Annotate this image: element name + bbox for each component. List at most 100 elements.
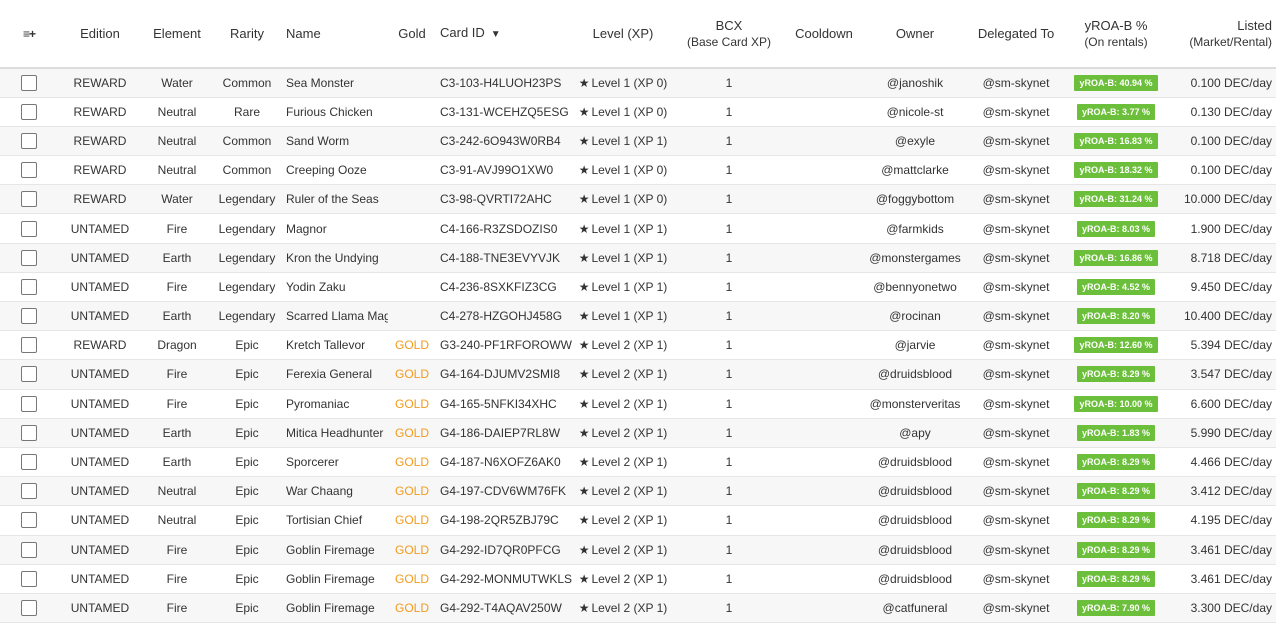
cell-delegated-to[interactable]: @sm-skynet (966, 302, 1066, 331)
cell-delegated-to[interactable]: @sm-skynet (966, 389, 1066, 418)
cell-card-id[interactable]: C4-278-HZGOHJ458G (436, 302, 572, 331)
row-checkbox[interactable] (21, 366, 37, 383)
cell-delegated-to[interactable]: @sm-skynet (966, 214, 1066, 243)
cell-delegated-to[interactable]: @sm-skynet (966, 360, 1066, 389)
cell-card-id[interactable]: G4-164-DJUMV2SMI8 (436, 360, 572, 389)
header-gold[interactable]: Gold (388, 0, 436, 69)
cell-delegated-to[interactable]: @sm-skynet (966, 156, 1066, 185)
table-row[interactable]: REWARD Neutral Common Creeping Ooze C3-9… (0, 155, 1276, 185)
row-checkbox[interactable] (21, 483, 37, 500)
row-select-cell[interactable] (0, 68, 58, 97)
header-card-id[interactable]: Card ID ▼ (436, 0, 572, 69)
row-select-cell[interactable] (0, 593, 58, 622)
row-checkbox[interactable] (21, 454, 37, 471)
cell-delegated-to[interactable]: @sm-skynet (966, 97, 1066, 126)
table-row[interactable]: REWARD Neutral Rare Furious Chicken C3-1… (0, 97, 1276, 127)
row-checkbox[interactable] (21, 132, 37, 149)
table-row[interactable]: UNTAMED Fire Legendary Magnor C4-166-R3Z… (0, 213, 1276, 244)
cell-card-id[interactable]: G4-292-ID7QR0PFCG (436, 535, 572, 564)
cell-owner[interactable]: @monsterveritas (864, 389, 966, 418)
cell-owner[interactable]: @foggybottom (864, 185, 966, 214)
cell-owner[interactable]: @rocinan (864, 302, 966, 331)
cell-delegated-to[interactable]: @sm-skynet (966, 593, 1066, 622)
cell-delegated-to[interactable]: @sm-skynet (966, 331, 1066, 360)
row-select-cell[interactable] (0, 331, 58, 360)
cell-owner[interactable]: @farmkids (864, 214, 966, 243)
row-checkbox[interactable] (21, 541, 37, 558)
row-checkbox[interactable] (21, 570, 37, 587)
cell-owner[interactable]: @druidsblood (864, 477, 966, 506)
header-bcx[interactable]: BCX (Base Card XP) (674, 0, 784, 69)
row-checkbox[interactable] (21, 249, 37, 266)
row-select-cell[interactable] (0, 97, 58, 126)
row-checkbox[interactable] (21, 74, 37, 91)
header-name[interactable]: Name (282, 0, 388, 69)
cell-card-id[interactable]: C4-188-TNE3EVYVJK (436, 243, 572, 272)
row-select-cell[interactable] (0, 418, 58, 447)
cell-delegated-to[interactable]: @sm-skynet (966, 418, 1066, 447)
cell-delegated-to[interactable]: @sm-skynet (966, 506, 1066, 535)
row-select-cell[interactable] (0, 272, 58, 301)
cell-card-id[interactable]: C4-166-R3ZSDOZIS0 (436, 214, 572, 243)
row-select-cell[interactable] (0, 447, 58, 476)
cell-card-id[interactable]: G4-198-2QR5ZBJ79C (436, 506, 572, 535)
row-select-cell[interactable] (0, 243, 58, 272)
cell-delegated-to[interactable]: @sm-skynet (966, 185, 1066, 214)
cell-delegated-to[interactable]: @sm-skynet (966, 243, 1066, 272)
row-checkbox[interactable] (21, 512, 37, 529)
cell-card-id[interactable]: C3-98-QVRTI72AHC (436, 185, 572, 214)
cell-card-id[interactable]: G3-240-PF1RFOROWW (436, 331, 572, 360)
cell-owner[interactable]: @druidsblood (864, 447, 966, 476)
cell-card-id[interactable]: G4-292-MONMUTWKLS (436, 564, 572, 593)
table-row[interactable]: REWARD Neutral Common Sand Worm C3-242-6… (0, 126, 1276, 156)
table-row[interactable]: UNTAMED Fire Epic Goblin Firemage GOLD G… (0, 564, 1276, 594)
cell-delegated-to[interactable]: @sm-skynet (966, 68, 1066, 97)
table-row[interactable]: REWARD Dragon Epic Kretch Tallevor GOLD … (0, 330, 1276, 360)
table-row[interactable]: UNTAMED Neutral Epic Tortisian Chief GOL… (0, 505, 1276, 535)
header-listed[interactable]: Listed (Market/Rental) (1166, 0, 1276, 69)
column-menu-button[interactable]: ≡+ (0, 0, 58, 69)
table-row[interactable]: UNTAMED Fire Legendary Yodin Zaku C4-236… (0, 272, 1276, 302)
cell-delegated-to[interactable]: @sm-skynet (966, 477, 1066, 506)
cell-owner[interactable]: @mattclarke (864, 156, 966, 185)
row-checkbox[interactable] (21, 103, 37, 120)
table-row[interactable]: UNTAMED Fire Epic Ferexia General GOLD G… (0, 359, 1276, 390)
cell-owner[interactable]: @druidsblood (864, 564, 966, 593)
cell-card-id[interactable]: G4-186-DAIEP7RL8W (436, 418, 572, 447)
row-checkbox[interactable] (21, 162, 37, 179)
cell-card-id[interactable]: G4-292-T4AQAV250W (436, 593, 572, 622)
row-select-cell[interactable] (0, 156, 58, 185)
row-checkbox[interactable] (21, 191, 37, 208)
cell-delegated-to[interactable]: @sm-skynet (966, 564, 1066, 593)
cell-owner[interactable]: @nicole-st (864, 97, 966, 126)
table-row[interactable]: UNTAMED Earth Legendary Kron the Undying… (0, 243, 1276, 273)
header-yroa[interactable]: yROA-B % (On rentals) (1066, 0, 1166, 69)
cell-owner[interactable]: @janoshik (864, 68, 966, 97)
cell-owner[interactable]: @apy (864, 418, 966, 447)
row-select-cell[interactable] (0, 564, 58, 593)
cell-owner[interactable]: @exyle (864, 126, 966, 155)
row-select-cell[interactable] (0, 214, 58, 243)
row-checkbox[interactable] (21, 424, 37, 441)
cell-card-id[interactable]: G4-197-CDV6WM76FK (436, 477, 572, 506)
table-row[interactable]: UNTAMED Fire Epic Pyromaniac GOLD G4-165… (0, 389, 1276, 419)
header-edition[interactable]: Edition (58, 0, 142, 69)
cell-delegated-to[interactable]: @sm-skynet (966, 272, 1066, 301)
cell-card-id[interactable]: C4-236-8SXKFIZ3CG (436, 272, 572, 301)
row-select-cell[interactable] (0, 126, 58, 155)
row-select-cell[interactable] (0, 506, 58, 535)
header-element[interactable]: Element (142, 0, 212, 69)
cell-delegated-to[interactable]: @sm-skynet (966, 447, 1066, 476)
table-row[interactable]: UNTAMED Neutral Epic War Chaang GOLD G4-… (0, 476, 1276, 506)
cell-card-id[interactable]: C3-91-AVJ99O1XW0 (436, 156, 572, 185)
cell-owner[interactable]: @druidsblood (864, 360, 966, 389)
cell-card-id[interactable]: G4-187-N6XOFZ6AK0 (436, 447, 572, 476)
row-checkbox[interactable] (21, 278, 37, 295)
cell-owner[interactable]: @druidsblood (864, 506, 966, 535)
table-row[interactable]: UNTAMED Earth Epic Sporcerer GOLD G4-187… (0, 447, 1276, 477)
table-row[interactable]: REWARD Water Legendary Ruler of the Seas… (0, 184, 1276, 214)
header-rarity[interactable]: Rarity (212, 0, 282, 69)
row-checkbox[interactable] (21, 308, 37, 325)
cell-owner[interactable]: @druidsblood (864, 535, 966, 564)
header-delegated-to[interactable]: Delegated To (966, 0, 1066, 69)
